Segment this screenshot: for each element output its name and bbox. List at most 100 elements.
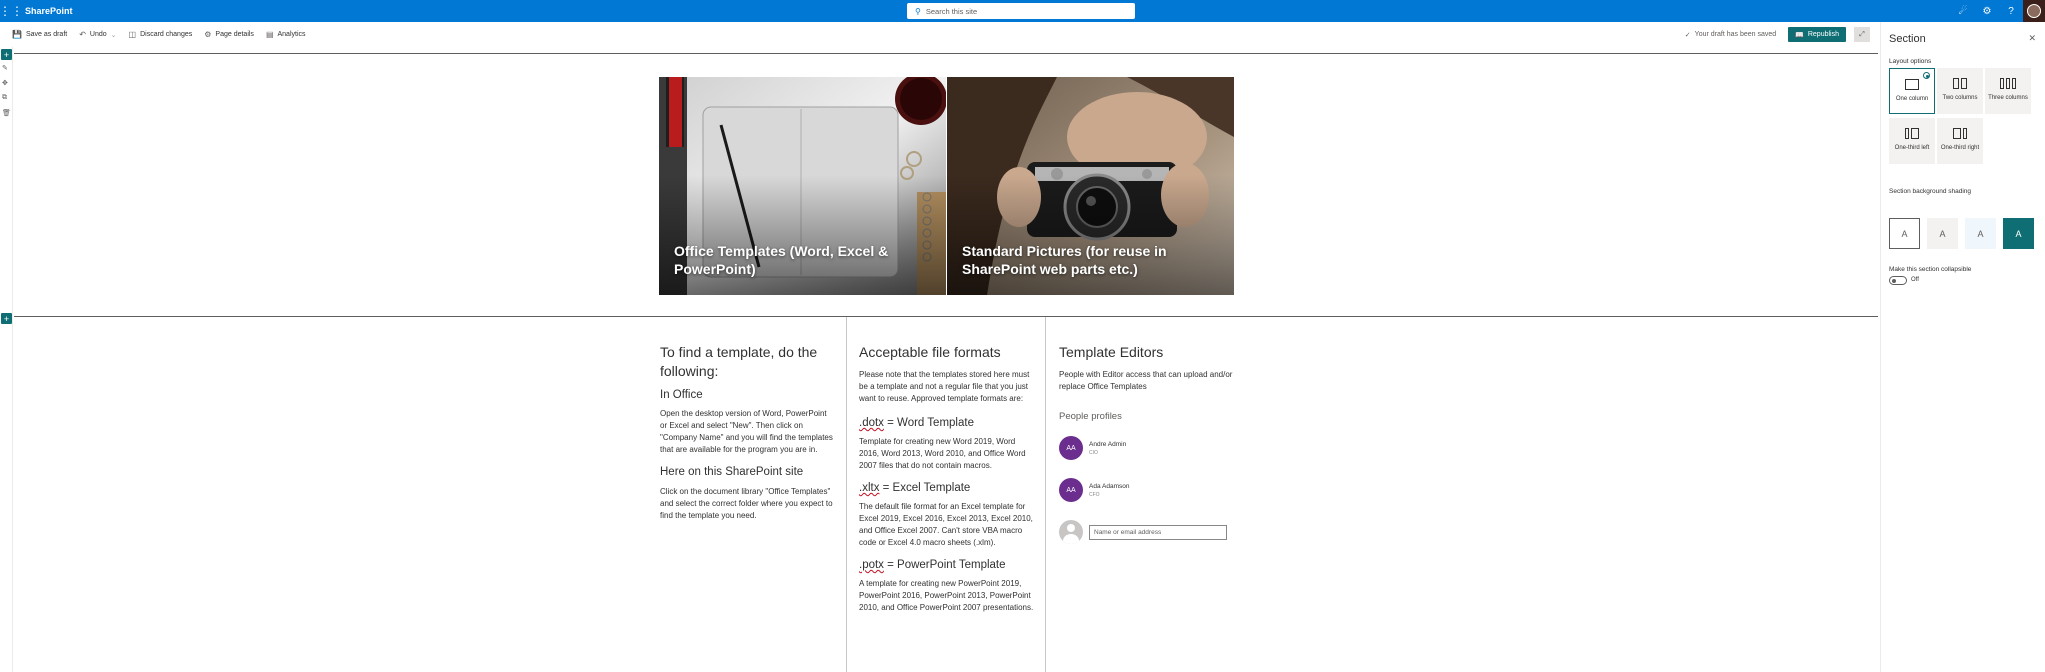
format-dotx-desc: Template for creating new Word 2019, Wor… <box>859 437 1026 470</box>
undo-icon: ↶ <box>79 30 86 39</box>
template-editors-heading: Template Editors <box>1059 344 1164 360</box>
save-icon: 💾 <box>12 30 22 39</box>
avatar: AA <box>1059 478 1083 502</box>
undo-button[interactable]: ↶ Undo ⌄ <box>79 30 116 39</box>
edit-icon[interactable]: ✎ <box>2 64 8 72</box>
collapsible-label: Make this section collapsible <box>1889 266 1972 273</box>
sharepoint-site-text: Click on the document library "Office Te… <box>660 487 833 520</box>
draft-status: ✓ Your draft has been saved <box>1685 31 1776 39</box>
page-details-label: Page details <box>215 31 254 38</box>
people-picker-input[interactable]: Name or email address <box>1089 524 1227 540</box>
people-list: AA Andre Admin CIO AA Ada Adamson CFO Na… <box>1059 436 1234 544</box>
discard-changes-button[interactable]: ◫ Discard changes <box>129 30 193 39</box>
megaphone-icon[interactable]: ☄ <box>1951 0 1975 22</box>
column-find-template: To find a template, do the following: In… <box>660 343 835 522</box>
layout-one-third-right[interactable]: One-third right <box>1937 118 1983 164</box>
gear-icon[interactable]: ⚙ <box>1975 0 1999 22</box>
shading-glyph: A <box>1939 228 1946 239</box>
analytics-button[interactable]: ▤ Analytics <box>266 30 306 39</box>
shading-neutral-option[interactable]: A <box>1927 218 1958 249</box>
add-person-row: Name or email address <box>1059 520 1234 544</box>
layout-one-third-left[interactable]: One-third left <box>1889 118 1935 164</box>
add-section-button-top[interactable]: + <box>1 49 12 60</box>
layout-two-columns[interactable]: Two columns <box>1937 68 1983 114</box>
section-divider <box>14 316 1878 317</box>
layout-label: Three columns <box>1988 95 2028 101</box>
app-launcher-icon[interactable]: ⋮⋮ <box>0 0 23 22</box>
republish-button[interactable]: 📖 Republish <box>1788 27 1846 42</box>
person-card[interactable]: AA Andre Admin CIO <box>1059 436 1234 460</box>
edit-toolbox: + ✎ ✥ ⧉ 🗑 + <box>0 47 13 672</box>
page-details-button[interactable]: ⚙ Page details <box>204 30 254 39</box>
help-icon[interactable]: ? <box>1999 0 2023 22</box>
one-column-icon <box>1905 79 1919 90</box>
two-columns-icon <box>1953 78 1967 89</box>
hero-tile-standard-pictures[interactable]: Standard Pictures (for reuse in SharePoi… <box>947 77 1234 295</box>
column-file-formats: Acceptable file formats Please note that… <box>859 343 1035 614</box>
discard-changes-label: Discard changes <box>140 31 193 38</box>
person-title: CIO <box>1089 449 1098 456</box>
page-canvas: Office Templates (Word, Excel & PowerPoi… <box>14 53 1878 672</box>
save-as-draft-label: Save as draft <box>25 31 68 38</box>
check-icon: ✓ <box>1684 31 1691 39</box>
format-potx-desc: A template for creating new PowerPoint 2… <box>859 579 1034 612</box>
toggle-state-label: Off <box>1911 277 1919 283</box>
one-third-left-icon <box>1905 128 1919 139</box>
hero-tile-title: Office Templates (Word, Excel & PowerPoi… <box>674 243 889 277</box>
template-editors-text: People with Editor access that can uploa… <box>1059 370 1233 391</box>
one-third-right-icon <box>1953 128 1967 139</box>
column-separator <box>846 317 847 672</box>
hero-tile-office-templates[interactable]: Office Templates (Word, Excel & PowerPoi… <box>659 77 946 295</box>
expand-icon[interactable]: ⤢ <box>1854 27 1870 42</box>
save-as-draft-button[interactable]: 💾 Save as draft <box>12 30 67 39</box>
undo-label: Undo <box>89 31 107 38</box>
pane-title: Section <box>1889 33 1926 45</box>
layout-label: One column <box>1895 96 1929 102</box>
suite-bar: ⋮⋮ SharePoint ⚲ Search this site ☄ ⚙ ? <box>0 0 2045 22</box>
shading-soft-option[interactable]: A <box>1965 218 1996 249</box>
search-placeholder: Search this site <box>925 6 978 16</box>
format-dotx-heading: .dotx = Word Template <box>859 417 974 429</box>
find-template-heading: To find a template, do the following: <box>660 344 818 379</box>
layout-one-column[interactable]: One column <box>1889 68 1935 114</box>
close-icon[interactable]: ✕ <box>2028 33 2036 44</box>
layout-three-columns[interactable]: Three columns <box>1985 68 2031 114</box>
section-property-pane: Section ✕ Layout options One column Two … <box>1880 22 2045 672</box>
shading-glyph: A <box>1977 228 1984 239</box>
duplicate-icon[interactable]: ⧉ <box>2 94 7 102</box>
hero-tile-title: Standard Pictures (for reuse in SharePoi… <box>962 243 1167 277</box>
search-box[interactable]: ⚲ Search this site <box>907 3 1135 19</box>
layout-label: Two columns <box>1942 95 1978 101</box>
delete-icon[interactable]: 🗑 <box>2 109 11 117</box>
file-formats-intro: Please note that the templates stored he… <box>859 370 1030 403</box>
person-card[interactable]: AA Ada Adamson CFO <box>1059 478 1234 502</box>
command-bar-right: ✓ Your draft has been saved 📖 Republish … <box>1685 22 1880 47</box>
sharepoint-site-heading: Here on this SharePoint site <box>660 466 804 478</box>
column-template-editors: Template Editors People with Editor acce… <box>1059 343 1234 562</box>
format-xltx-heading: .xltx = Excel Template <box>859 482 971 494</box>
selected-radio-icon <box>1923 72 1930 79</box>
person-name: Andre Admin <box>1089 440 1127 448</box>
book-icon: 📖 <box>1795 31 1804 39</box>
draft-status-text: Your draft has been saved <box>1694 31 1777 38</box>
layout-label: One-third left <box>1894 145 1930 151</box>
layout-options-label: Layout options <box>1889 58 1932 65</box>
shading-strong-option[interactable]: A <box>2003 218 2034 249</box>
command-bar: 💾 Save as draft ↶ Undo ⌄ ◫ Discard chang… <box>0 22 1880 47</box>
analytics-label: Analytics <box>277 31 306 38</box>
settings-icon: ⚙ <box>204 30 212 39</box>
search-icon: ⚲ <box>915 6 921 16</box>
shading-none-option[interactable]: A <box>1889 218 1920 249</box>
undo-dropdown-icon[interactable]: ⌄ <box>111 31 117 39</box>
collapsible-toggle[interactable] <box>1889 276 1907 285</box>
person-title: CFO <box>1089 491 1100 498</box>
user-avatar[interactable] <box>2023 0 2045 22</box>
shading-glyph: A <box>2015 228 2022 239</box>
app-name[interactable]: SharePoint <box>25 6 73 16</box>
file-formats-heading: Acceptable file formats <box>859 344 1001 360</box>
add-section-button-middle[interactable]: + <box>1 313 12 324</box>
move-icon[interactable]: ✥ <box>2 79 8 87</box>
person-placeholder-icon <box>1059 520 1083 544</box>
suite-actions: ☄ ⚙ ? <box>1951 0 2045 22</box>
format-xltx-desc: The default file format for an Excel tem… <box>859 502 1033 547</box>
